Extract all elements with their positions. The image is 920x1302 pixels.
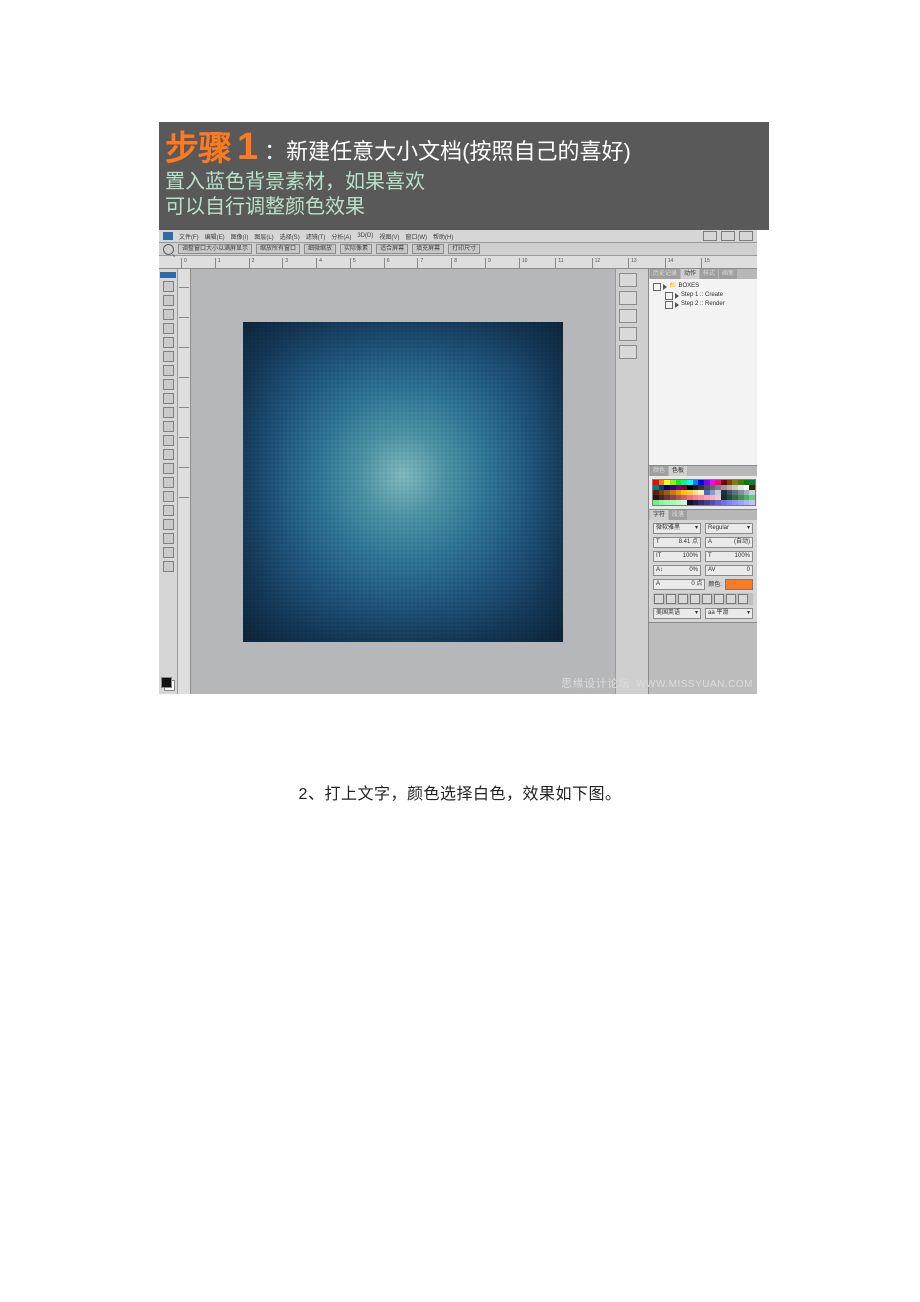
eyedropper-tool-icon[interactable] (163, 351, 174, 362)
menu-filter[interactable]: 滤镜(T) (306, 232, 326, 241)
opt-zoom-all[interactable]: 缩放所有窗口 (256, 244, 300, 254)
actions-panel: 历史记录 动作 样式 画笔 📁 BOXES Step 1 : (649, 269, 757, 466)
screen-mode-switch[interactable] (703, 231, 753, 241)
action-step1[interactable]: Step 1 :: Create (653, 291, 753, 300)
menu-file[interactable]: 文件(F) (179, 232, 199, 241)
dock-icon[interactable] (619, 309, 637, 323)
caption-text: 2、打上文字，颜色选择白色，效果如下图。 (0, 780, 920, 804)
crop-tool-icon[interactable] (163, 337, 174, 348)
photoshop-window: 文件(F) 编辑(E) 图像(I) 图层(L) 选择(S) 滤镜(T) 分析(A… (159, 230, 757, 694)
language-select[interactable]: 美国英语▾ (653, 608, 701, 619)
shape-tool-icon[interactable] (163, 519, 174, 530)
baseline-shift[interactable]: A0 点 (653, 579, 705, 590)
ruler-horizontal: 0123 4567 891011 12131415 (159, 256, 757, 269)
canvas[interactable] (243, 322, 563, 642)
step-number: 1 (237, 128, 258, 166)
leading[interactable]: A(自动) (705, 537, 753, 548)
zoom-tool-icon[interactable] (163, 244, 174, 255)
tab-swatches[interactable]: 色板 (669, 466, 687, 476)
opt-fill-screen[interactable]: 填充屏幕 (412, 244, 444, 254)
menu-select[interactable]: 选择(S) (280, 232, 300, 241)
ruler-vertical (178, 269, 191, 694)
dock-icon[interactable] (619, 273, 637, 287)
tab-history[interactable]: 历史记录 (650, 269, 680, 279)
menu-analyze[interactable]: 分析(A) (331, 232, 351, 241)
path-tool-icon[interactable] (163, 505, 174, 516)
stamp-tool-icon[interactable] (163, 393, 174, 404)
type-style-buttons[interactable] (653, 593, 753, 605)
tab-actions[interactable]: 动作 (681, 269, 699, 279)
eraser-tool-icon[interactable] (163, 421, 174, 432)
heal-tool-icon[interactable] (163, 365, 174, 376)
viewport (178, 269, 615, 694)
opt-resize-win[interactable]: 调整窗口大小以满屏显示 (178, 244, 252, 254)
move-tool-icon[interactable] (163, 281, 174, 292)
wand-tool-icon[interactable] (163, 323, 174, 334)
antialias-select[interactable]: aa 平滑▾ (705, 608, 753, 619)
menu-window[interactable]: 窗口(W) (405, 232, 427, 241)
swatch-grid[interactable] (652, 479, 756, 506)
menu-help[interactable]: 帮助(H) (433, 232, 453, 241)
options-bar: 调整窗口大小以满屏显示 缩放所有窗口 细微缩放 实际像素 适合屏幕 填充屏幕 打… (159, 243, 757, 256)
tab-paragraph[interactable]: 段落 (669, 510, 687, 520)
gradient-tool-icon[interactable] (163, 435, 174, 446)
action-step2[interactable]: Step 2 :: Render (653, 300, 753, 309)
lasso-tool-icon[interactable] (163, 309, 174, 320)
step-desc: ：新建任意大小文档(按照自己的喜好) (264, 141, 631, 166)
font-family-select[interactable]: 微软雅黑▾ (653, 523, 701, 534)
banner-line3: 可以自行调整颜色效果 (165, 195, 763, 220)
menubar: 文件(F) 编辑(E) 图像(I) 图层(L) 选择(S) 滤镜(T) 分析(A… (159, 230, 757, 243)
zoom-tool-icon[interactable] (163, 561, 174, 572)
tab-character[interactable]: 字符 (650, 510, 668, 520)
fg-bg-swatch[interactable] (161, 677, 175, 691)
opt-fit-screen[interactable]: 适合屏幕 (376, 244, 408, 254)
menu-image[interactable]: 图像(I) (231, 232, 249, 241)
vscale[interactable]: T100% (705, 551, 753, 562)
panel-stack: 历史记录 动作 样式 画笔 📁 BOXES Step 1 : (648, 269, 757, 694)
opt-print-size[interactable]: 打印尺寸 (448, 244, 480, 254)
tab-brushes[interactable]: 画笔 (719, 269, 737, 279)
banner-line2: 置入蓝色背景素材，如果喜欢 (165, 170, 763, 195)
tab-styles[interactable]: 样式 (700, 269, 718, 279)
font-style-select[interactable]: Regular▾ (705, 523, 753, 534)
dock-icon[interactable] (619, 345, 637, 359)
swatch[interactable] (749, 500, 755, 505)
character-panel: 字符 段落 微软雅黑▾ Regular▾ T8.41 点 A(自动) IT100… (649, 510, 757, 623)
action-folder[interactable]: 📁 BOXES (653, 282, 753, 291)
collapsed-panel-dock (615, 269, 648, 694)
menu-layer[interactable]: 图层(L) (254, 232, 273, 241)
3d-tool-icon[interactable] (163, 533, 174, 544)
dock-icon[interactable] (619, 291, 637, 305)
type-tool-icon[interactable] (163, 491, 174, 502)
menu-view[interactable]: 视图(V) (379, 232, 399, 241)
tracking[interactable]: IT100% (653, 551, 701, 562)
ps-icon (163, 232, 173, 240)
opt-actual-pixels[interactable]: 实际像素 (340, 244, 372, 254)
kerning[interactable]: AV0 (705, 565, 753, 576)
history-brush-icon[interactable] (163, 407, 174, 418)
hand-tool-icon[interactable] (163, 547, 174, 558)
baseline[interactable]: A↕0% (653, 565, 701, 576)
text-color-swatch[interactable] (725, 579, 753, 590)
watermark: 思缘设计论坛 WWW.MISSYUAN.COM (561, 675, 753, 691)
dodge-tool-icon[interactable] (163, 463, 174, 474)
blur-tool-icon[interactable] (163, 449, 174, 460)
pen-tool-icon[interactable] (163, 477, 174, 488)
tool-palette (159, 269, 178, 694)
folder-icon: 📁 (669, 282, 676, 291)
text-color-label: 颜色: (708, 579, 722, 590)
step-label: 步骤 (165, 132, 231, 166)
opt-scrubby[interactable]: 细微缩放 (304, 244, 336, 254)
menu-edit[interactable]: 编辑(E) (205, 232, 225, 241)
tool-header (160, 272, 176, 278)
step-banner: 步骤 1 ：新建任意大小文档(按照自己的喜好) 置入蓝色背景素材，如果喜欢 可以… (159, 122, 769, 230)
brush-tool-icon[interactable] (163, 379, 174, 390)
font-size[interactable]: T8.41 点 (653, 537, 701, 548)
tab-color[interactable]: 颜色 (650, 466, 668, 476)
marquee-tool-icon[interactable] (163, 295, 174, 306)
swatches-panel: 颜色 色板 (649, 466, 757, 510)
dock-icon[interactable] (619, 327, 637, 341)
menu-3d[interactable]: 3D(D) (357, 233, 373, 239)
